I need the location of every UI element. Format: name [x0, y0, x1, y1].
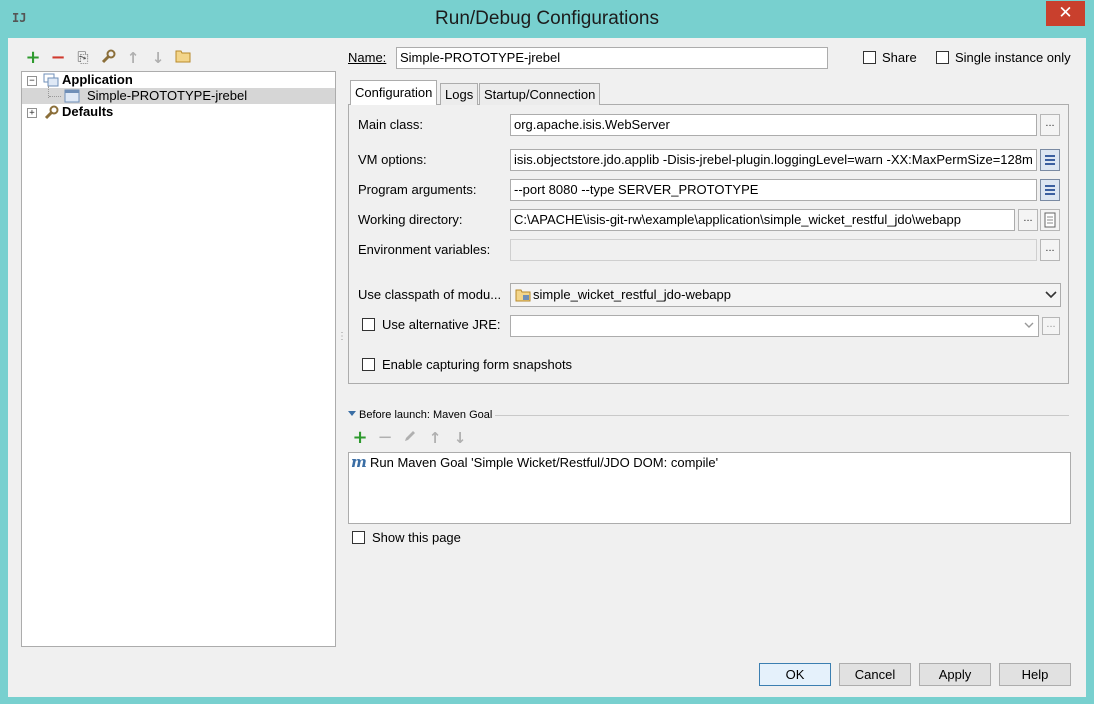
working-directory-input[interactable]: C:\APACHE\isis-git-rw\example\applicatio… — [510, 209, 1015, 231]
edit-lines-icon — [1045, 185, 1055, 187]
show-this-page-checkbox[interactable] — [352, 531, 365, 544]
move-up-button[interactable]: ↑ — [124, 49, 142, 67]
main-class-input[interactable]: org.apache.isis.WebServer — [510, 114, 1037, 136]
classpath-module-value: simple_wicket_restful_jdo-webapp — [533, 287, 731, 302]
form-snapshots-checkbox[interactable] — [362, 358, 375, 371]
form-snapshots-label: Enable capturing form snapshots — [382, 357, 573, 372]
edit-task-button[interactable] — [401, 429, 419, 447]
splitter-handle[interactable]: ⋮ — [337, 332, 347, 350]
add-config-button[interactable]: + — [24, 49, 42, 67]
minus-icon: − — [377, 427, 393, 448]
tab-startup-connection[interactable]: Startup/Connection — [479, 83, 601, 105]
before-launch-list[interactable]: m Run Maven Goal 'Simple Wicket/Restful/… — [348, 452, 1071, 524]
folder-icon — [175, 50, 191, 63]
tab-logs[interactable]: Logs — [440, 83, 479, 105]
classpath-module-select[interactable]: simple_wicket_restful_jdo-webapp — [510, 283, 1061, 307]
document-icon — [1044, 212, 1056, 228]
environment-variables-input[interactable] — [510, 239, 1037, 261]
edit-environment-variables-button[interactable]: ... — [1040, 239, 1060, 261]
list-item[interactable]: Run Maven Goal 'Simple Wicket/Restful/JD… — [370, 454, 718, 472]
copy-config-button[interactable]: ⎘ — [74, 49, 92, 67]
remove-task-button[interactable]: − — [376, 429, 394, 447]
alternative-jre-label: Use alternative JRE: — [382, 317, 501, 332]
close-button[interactable]: ✕ — [1046, 1, 1085, 26]
program-arguments-input[interactable]: --port 8080 --type SERVER_PROTOTYPE — [510, 179, 1037, 201]
arrow-down-icon: ↓ — [151, 49, 165, 67]
run-config-icon — [64, 89, 80, 103]
plus-icon: + — [352, 427, 368, 448]
share-label: Share — [882, 50, 917, 65]
maven-icon: m — [351, 453, 367, 471]
vm-options-input[interactable]: isis.objectstore.jdo.applib -Disis-jrebe… — [510, 149, 1037, 171]
arrow-up-icon: ↑ — [126, 49, 140, 67]
expand-defaults-toggle[interactable]: + — [27, 108, 37, 118]
before-launch-header: Before launch: Maven Goal — [359, 409, 493, 421]
add-task-button[interactable]: + — [351, 429, 369, 447]
cancel-button[interactable]: Cancel — [839, 663, 911, 686]
move-task-up-button[interactable]: ↑ — [426, 429, 444, 447]
apply-button[interactable]: Apply — [919, 663, 991, 686]
edit-defaults-button[interactable] — [99, 49, 117, 67]
tree-item-simple-prototype-jrebel[interactable]: Simple-PROTOTYPE-jrebel — [87, 88, 247, 104]
divider — [495, 415, 1069, 416]
window-title: Run/Debug Configurations — [435, 8, 659, 29]
edit-lines-icon-part — [1045, 193, 1055, 195]
environment-variables-label: Environment variables: — [358, 242, 491, 257]
arrow-down-icon: ↓ — [453, 429, 467, 447]
single-instance-checkbox[interactable] — [936, 51, 949, 64]
ok-button[interactable]: OK — [759, 663, 831, 686]
tree-item-defaults[interactable]: Defaults — [62, 104, 113, 120]
chevron-down-icon — [1024, 322, 1034, 328]
browse-main-class-button[interactable]: ... — [1040, 114, 1060, 136]
name-label-text: Name: — [348, 50, 387, 65]
tree-connector — [49, 96, 61, 98]
wrench-icon — [101, 49, 116, 64]
module-folder-icon — [515, 289, 531, 302]
application-icon — [43, 73, 59, 87]
share-checkbox[interactable] — [863, 51, 876, 64]
alternative-jre-checkbox[interactable] — [362, 318, 375, 331]
browse-working-directory-button[interactable]: ... — [1018, 209, 1038, 231]
chevron-down-icon — [1045, 291, 1057, 299]
vm-options-label: VM options: — [358, 152, 427, 167]
main-class-label: Main class: — [358, 117, 424, 132]
tab-configuration[interactable]: Configuration — [350, 80, 438, 105]
expand-program-arguments-button[interactable] — [1040, 179, 1060, 201]
single-instance-label: Single instance only — [955, 50, 1071, 65]
config-tree[interactable]: − Application Simple-PROTOTYPE-jrebel + … — [21, 71, 336, 647]
insert-macro-button[interactable] — [1040, 209, 1060, 231]
collapse-application-toggle[interactable]: − — [27, 76, 37, 86]
name-input[interactable]: Simple-PROTOTYPE-jrebel — [396, 47, 828, 69]
classpath-module-label: Use classpath of modu... — [358, 287, 502, 302]
pencil-icon — [405, 431, 415, 441]
edit-lines-icon-part — [1045, 159, 1055, 161]
browse-jre-button[interactable]: ... — [1042, 317, 1060, 335]
move-down-button[interactable]: ↓ — [149, 49, 167, 67]
program-arguments-label: Program arguments: — [358, 182, 477, 197]
edit-lines-icon — [1045, 155, 1055, 157]
wrench-icon — [44, 105, 59, 120]
expand-vm-options-button[interactable] — [1040, 149, 1060, 171]
show-this-page-label: Show this page — [372, 530, 461, 545]
copy-icon: ⎘ — [77, 50, 89, 66]
help-button[interactable]: Help — [999, 663, 1071, 686]
remove-config-button[interactable]: − — [49, 49, 67, 67]
plus-icon: + — [25, 47, 41, 68]
edit-lines-icon-part — [1045, 189, 1055, 191]
working-directory-label: Working directory: — [358, 212, 463, 227]
edit-lines-icon-part — [1045, 163, 1055, 165]
tree-item-application[interactable]: Application — [62, 72, 133, 88]
move-task-down-button[interactable]: ↓ — [451, 429, 469, 447]
alternative-jre-input[interactable] — [510, 315, 1039, 337]
minus-icon: − — [50, 47, 66, 68]
name-label: Name: — [348, 49, 386, 67]
arrow-up-icon: ↑ — [428, 429, 442, 447]
collapse-triangle-icon[interactable] — [348, 411, 356, 417]
folder-button[interactable] — [174, 49, 192, 67]
